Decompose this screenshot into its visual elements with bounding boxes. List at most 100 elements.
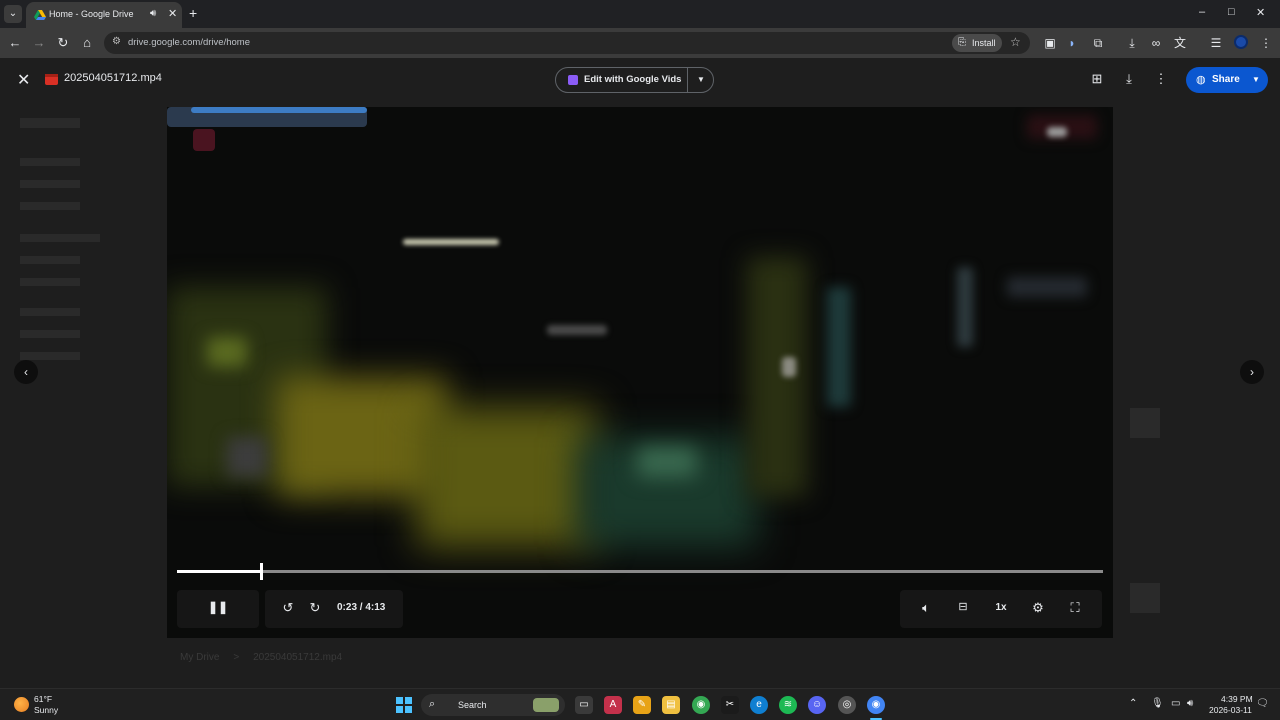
captions-icon[interactable]: ⊟ (953, 600, 973, 613)
display-icon[interactable]: ▭ (1171, 698, 1180, 709)
search-icon: ⌕ (429, 698, 436, 710)
windows-start-icon[interactable] (396, 697, 412, 713)
read-aloud-extension-icon[interactable]: ◗ (1064, 35, 1080, 51)
clock-time[interactable]: 4:39 PM (1221, 694, 1253, 704)
next-file-button[interactable]: › (1240, 360, 1264, 384)
background-breadcrumb: My Drive > 202504051712.mp4 (180, 652, 342, 663)
address-bar[interactable]: ⚙ drive.google.com/drive/home ⎘ Install … (104, 32, 1030, 54)
reload-button[interactable]: ↻ (54, 34, 72, 52)
more-actions-icon[interactable]: ⋮ (1152, 71, 1170, 87)
windows-taskbar: 61°F Sunny ⌕ Search ▭ A ✎ ▤ ◉ ✂ e ≋ ☺ ◎ … (0, 688, 1280, 720)
share-button[interactable]: ◍ Share ▼ (1186, 67, 1268, 93)
share-options-dropdown-icon[interactable]: ▼ (1252, 75, 1260, 84)
forward-10-seconds-icon[interactable]: ↻ (305, 600, 325, 616)
previous-file-button[interactable]: ‹ (14, 360, 38, 384)
google-vids-icon (568, 75, 578, 85)
obs-icon[interactable]: ◎ (838, 696, 856, 714)
download-file-icon[interactable]: ⤓ (1120, 71, 1138, 87)
share-label: Share (1212, 74, 1240, 85)
seek-bar-handle[interactable] (260, 563, 263, 580)
time-display: 0:23 / 4:13 (337, 602, 385, 613)
add-comment-icon[interactable]: ⊞ (1088, 71, 1106, 87)
taskbar-search-box[interactable]: ⌕ Search (421, 694, 565, 716)
breadcrumb-my-drive: My Drive (180, 652, 220, 663)
video-frame-region (637, 447, 697, 477)
breadcrumb-separator: > (233, 652, 240, 663)
video-frame-region (403, 239, 499, 245)
tab-list-icon[interactable]: ☰ (1208, 35, 1224, 51)
discord-icon[interactable]: ☺ (808, 696, 826, 714)
home-button[interactable]: ⌂ (78, 34, 96, 52)
tab-audio-icon[interactable]: 🔊︎ (150, 8, 156, 19)
google-drive-icon (34, 10, 46, 20)
address-url[interactable]: drive.google.com/drive/home (128, 37, 250, 48)
edge-browser-icon[interactable]: e (750, 696, 768, 714)
video-frame-region (747, 257, 807, 497)
tab-close-icon[interactable]: ✕ (168, 7, 177, 20)
video-frame-region (1007, 277, 1087, 297)
video-player[interactable]: ❚❚ ↺ ↻ 0:23 / 4:13 🔈︎ ⊟ 1x ⚙ ⛶ (167, 107, 1113, 638)
settings-gear-icon[interactable]: ⚙ (1028, 600, 1048, 616)
fullscreen-icon[interactable]: ⛶ (1065, 600, 1085, 616)
weather-temperature[interactable]: 61°F (34, 694, 52, 704)
cast-extension-icon[interactable]: ▣ (1042, 35, 1058, 51)
minimize-button[interactable]: – (1199, 6, 1205, 18)
edit-with-vids-button[interactable]: Edit with Google Vids (556, 68, 687, 92)
file-explorer-icon[interactable]: ▤ (662, 696, 680, 714)
task-view-icon[interactable]: ▭ (575, 696, 593, 714)
playback-speed-button[interactable]: 1x (991, 602, 1011, 613)
pencil-app-icon[interactable]: ✎ (633, 696, 651, 714)
bookmark-star-icon[interactable]: ☆ (1010, 35, 1021, 49)
sun-icon[interactable] (14, 697, 29, 712)
video-frame-region (782, 357, 796, 377)
video-frame-region (227, 437, 267, 477)
adobe-acrobat-icon[interactable]: A (604, 696, 622, 714)
edit-options-dropdown-icon[interactable]: ▼ (688, 68, 714, 92)
drive-file-viewer: ✕ 202504051712.mp4 Edit with Google Vids… (0, 58, 1280, 688)
breadcrumb-file: 202504051712.mp4 (253, 652, 343, 663)
browser-menu-icon[interactable]: ⋮ (1258, 35, 1274, 51)
show-hidden-icons-chevron-icon[interactable]: ⌃ (1129, 698, 1137, 709)
back-button[interactable]: ← (6, 34, 24, 52)
browser-tab-strip: ⌄ Home - Google Drive 🔊︎ ✕ + – □ ✕ (0, 0, 1280, 28)
browser-toolbar: ← → ↻ ⌂ ⚙ drive.google.com/drive/home ⎘ … (0, 28, 1280, 58)
new-tab-button[interactable]: + (189, 5, 197, 21)
video-frame-region (191, 107, 367, 113)
search-highlight-image (533, 698, 559, 712)
translate-icon[interactable]: 文 (1172, 35, 1188, 51)
rewind-10-seconds-icon[interactable]: ↺ (278, 600, 298, 616)
file-name: 202504051712.mp4 (64, 72, 162, 84)
tab-google-drive[interactable]: Home - Google Drive 🔊︎ ✕ (26, 2, 182, 28)
seek-bar[interactable] (177, 563, 1103, 580)
pause-icon[interactable]: ❚❚ (208, 600, 228, 614)
chrome-icon[interactable]: ◉ (867, 696, 885, 714)
settings-controls-group: 🔈︎ ⊟ 1x ⚙ ⛶ (900, 590, 1102, 628)
maximize-button[interactable]: □ (1228, 6, 1235, 18)
video-frame-region (547, 325, 607, 335)
volume-tray-icon[interactable]: 🔊︎ (1187, 698, 1193, 709)
microphone-icon[interactable]: 🎙︎ (1151, 698, 1164, 709)
notifications-icon[interactable]: 🗨︎ (1256, 698, 1269, 709)
search-label: Search (458, 700, 487, 710)
install-app-button[interactable]: ⎘ Install (952, 34, 1002, 52)
chrome-profile-icon[interactable]: ◉ (692, 696, 710, 714)
extensions-puzzle-icon[interactable]: ⧉ (1090, 35, 1106, 51)
spotify-icon[interactable]: ≋ (779, 696, 797, 714)
forward-button[interactable]: → (30, 34, 48, 52)
link-icon[interactable]: ∞ (1148, 35, 1164, 51)
profile-avatar[interactable] (1234, 35, 1248, 49)
video-frame-region (1047, 127, 1067, 137)
download-icon[interactable]: ⤓ (1124, 35, 1140, 51)
close-window-button[interactable]: ✕ (1256, 6, 1265, 19)
capcut-icon[interactable]: ✂ (721, 696, 739, 714)
volume-icon[interactable]: 🔈︎ (916, 600, 936, 616)
clock-date[interactable]: 2026-03-11 (1209, 705, 1252, 715)
play-controls-group: ❚❚ (177, 590, 259, 628)
seek-bar-played (177, 570, 261, 573)
weather-condition[interactable]: Sunny (34, 705, 58, 715)
video-frame-region (417, 407, 597, 547)
seek-controls-group: ↺ ↻ 0:23 / 4:13 (265, 590, 403, 628)
close-viewer-icon[interactable]: ✕ (17, 70, 30, 90)
tab-search-menu-button[interactable]: ⌄ (4, 5, 22, 23)
site-info-icon[interactable]: ⚙ (112, 36, 121, 47)
